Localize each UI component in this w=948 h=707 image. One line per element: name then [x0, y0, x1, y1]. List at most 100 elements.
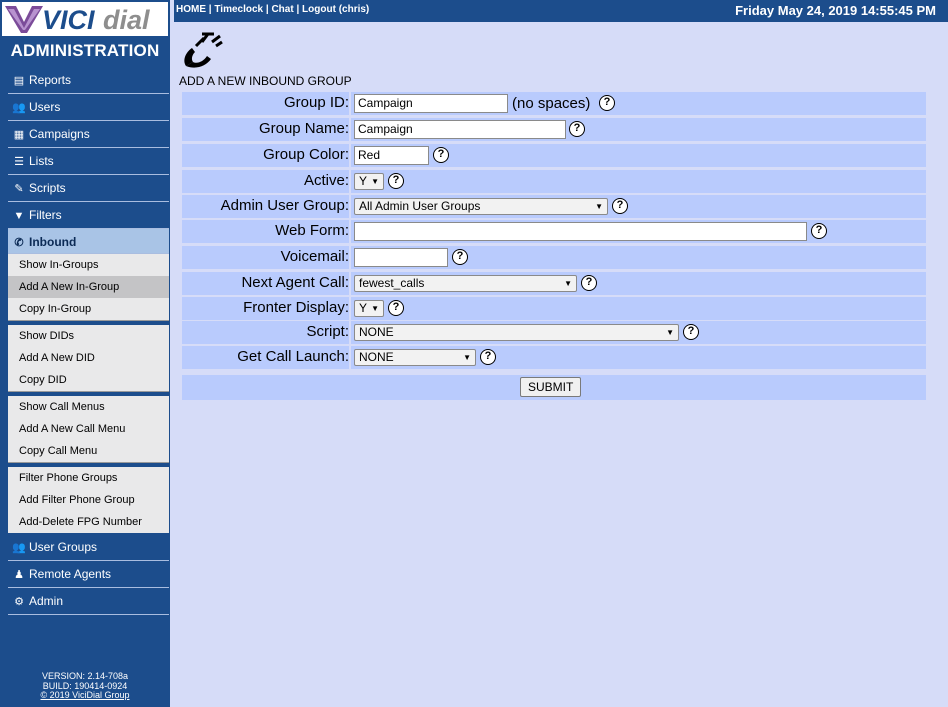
active-label: Active:	[182, 170, 349, 193]
sub-copy-in-group[interactable]: Copy In-Group	[8, 298, 169, 320]
form-heading: ADD A NEW INBOUND GROUP	[179, 74, 352, 88]
version-info: VERSION: 2.14-708a BUILD: 190414-0924 © …	[0, 671, 170, 701]
logout-link[interactable]: Logout (chris)	[302, 4, 369, 15]
nav-lists-label: Lists	[29, 154, 54, 168]
nav-inbound-label: Inbound	[29, 235, 77, 249]
group-color-input[interactable]: Red	[354, 146, 429, 165]
nav-users[interactable]: 👥 Users	[8, 94, 169, 121]
group-id-label: Group ID:	[182, 92, 349, 115]
administration-title: ADMINISTRATION	[10, 41, 160, 60]
sub-show-dids[interactable]: Show DIDs	[8, 325, 169, 347]
get-call-launch-label: Get Call Launch:	[182, 346, 349, 369]
reports-icon: ▤	[13, 75, 25, 87]
help-icon[interactable]: ?	[388, 300, 404, 316]
chevron-down-icon: ▼	[595, 202, 603, 211]
group-id-cell: Campaign (no spaces) ?	[351, 92, 926, 115]
nav-inbound[interactable]: ✆ Inbound	[8, 229, 169, 254]
users-icon: 👥	[12, 102, 26, 114]
nav-remote-agents[interactable]: ♟ Remote Agents	[8, 561, 169, 588]
help-icon[interactable]: ?	[480, 349, 496, 365]
copyright-link[interactable]: © 2019 ViciDial Group	[0, 690, 170, 701]
help-icon[interactable]: ?	[811, 223, 827, 239]
group-name-input[interactable]: Campaign	[354, 120, 566, 139]
phone-icon: ✆	[14, 237, 24, 249]
next-agent-call-select[interactable]: fewest_calls ▼	[354, 275, 577, 292]
nav-remote-agents-label: Remote Agents	[29, 567, 112, 581]
help-icon[interactable]: ?	[612, 198, 628, 214]
script-value: NONE	[359, 325, 394, 339]
fronter-display-select[interactable]: Y ▼	[354, 300, 384, 317]
help-icon[interactable]: ?	[599, 95, 615, 111]
nav-admin-label: Admin	[29, 594, 64, 608]
sub-show-call-menus[interactable]: Show Call Menus	[8, 396, 169, 418]
script-label: Script:	[182, 321, 349, 344]
sub-divider	[8, 462, 169, 463]
fronter-display-cell: Y ▼ ?	[351, 297, 926, 320]
group-name-label: Group Name:	[182, 118, 349, 141]
help-icon[interactable]: ?	[683, 324, 699, 340]
nav-user-groups[interactable]: 👥 User Groups	[8, 534, 169, 561]
sub-divider	[8, 391, 169, 392]
row-get-call-launch: Get Call Launch: NONE ▼ ?	[182, 346, 926, 369]
voicemail-input[interactable]	[354, 248, 448, 267]
sub-add-delete-fpg-number[interactable]: Add-Delete FPG Number	[8, 511, 169, 533]
fronter-display-value: Y	[359, 301, 368, 315]
sub-add-filter-phone-group[interactable]: Add Filter Phone Group	[8, 489, 169, 511]
admin-user-group-select[interactable]: All Admin User Groups ▼	[354, 198, 608, 215]
nav-filters[interactable]: ▼ Filters	[8, 202, 169, 229]
help-icon[interactable]: ?	[569, 121, 585, 137]
row-script: Script: NONE ▼ ?	[182, 321, 926, 344]
chevron-down-icon: ▼	[564, 279, 572, 288]
chevron-down-icon: ▼	[371, 304, 379, 313]
nav-campaigns-label: Campaigns	[29, 127, 90, 141]
sub-copy-call-menu[interactable]: Copy Call Menu	[8, 440, 169, 462]
voicemail-cell: ?	[351, 246, 926, 269]
help-icon[interactable]: ?	[388, 173, 404, 189]
active-select[interactable]: Y ▼	[354, 173, 384, 190]
filter-icon: ▼	[13, 210, 25, 222]
chat-link[interactable]: Chat	[271, 4, 293, 15]
sub-copy-did[interactable]: Copy DID	[8, 369, 169, 391]
row-admin-user-group: Admin User Group: All Admin User Groups ▼…	[182, 195, 926, 218]
row-group-name: Group Name: Campaign ?	[182, 118, 926, 141]
row-fronter-display: Fronter Display: Y ▼ ?	[182, 297, 926, 320]
group-id-input[interactable]: Campaign	[354, 94, 508, 113]
vicidial-logo[interactable]: VICI dial	[2, 2, 168, 36]
home-link[interactable]: HOME	[176, 4, 206, 15]
row-group-color: Group Color: Red ?	[182, 144, 926, 167]
web-form-label: Web Form:	[182, 220, 349, 243]
submit-button[interactable]: SUBMIT	[520, 377, 582, 397]
help-icon[interactable]: ?	[581, 275, 597, 291]
admin-user-group-label: Admin User Group:	[182, 195, 349, 218]
web-form-input[interactable]	[354, 222, 807, 241]
script-select[interactable]: NONE ▼	[354, 324, 679, 341]
nav-user-groups-label: User Groups	[29, 540, 98, 554]
get-call-launch-select[interactable]: NONE ▼	[354, 349, 476, 366]
row-web-form: Web Form: ?	[182, 220, 926, 243]
top-links: HOME | Timeclock | Chat | Logout (chris)	[176, 4, 370, 15]
next-agent-call-label: Next Agent Call:	[182, 272, 349, 295]
sub-add-new-did[interactable]: Add A New DID	[8, 347, 169, 369]
sub-add-new-call-menu[interactable]: Add A New Call Menu	[8, 418, 169, 440]
svg-text:dial: dial	[103, 5, 150, 35]
nav-lists[interactable]: ☰ Lists	[8, 148, 169, 175]
sub-filter-phone-groups[interactable]: Filter Phone Groups	[8, 467, 169, 489]
fronter-display-label: Fronter Display:	[182, 297, 349, 320]
help-icon[interactable]: ?	[433, 147, 449, 163]
help-icon[interactable]: ?	[452, 249, 468, 265]
voicemail-label: Voicemail:	[182, 246, 349, 269]
nav-reports[interactable]: ▤ Reports	[8, 67, 169, 94]
sub-add-new-in-group[interactable]: Add A New In-Group	[8, 276, 169, 298]
nav-campaigns[interactable]: ▦ Campaigns	[8, 121, 169, 148]
get-call-launch-cell: NONE ▼ ?	[351, 346, 926, 369]
campaigns-icon: ▦	[13, 129, 25, 141]
timeclock-link[interactable]: Timeclock	[214, 4, 263, 15]
remote-agents-icon: ♟	[14, 569, 24, 581]
active-select-value: Y	[359, 174, 368, 188]
nav-scripts[interactable]: ✎ Scripts	[8, 175, 169, 202]
sidebar: VICI dial ADMINISTRATION ▤ Reports 👥 Users…	[0, 0, 170, 707]
nav-admin[interactable]: ⚙ Admin	[8, 588, 169, 615]
sub-show-in-groups[interactable]: Show In-Groups	[8, 254, 169, 276]
next-agent-call-cell: fewest_calls ▼ ?	[351, 272, 926, 295]
row-next-agent-call: Next Agent Call: fewest_calls ▼ ?	[182, 272, 926, 295]
